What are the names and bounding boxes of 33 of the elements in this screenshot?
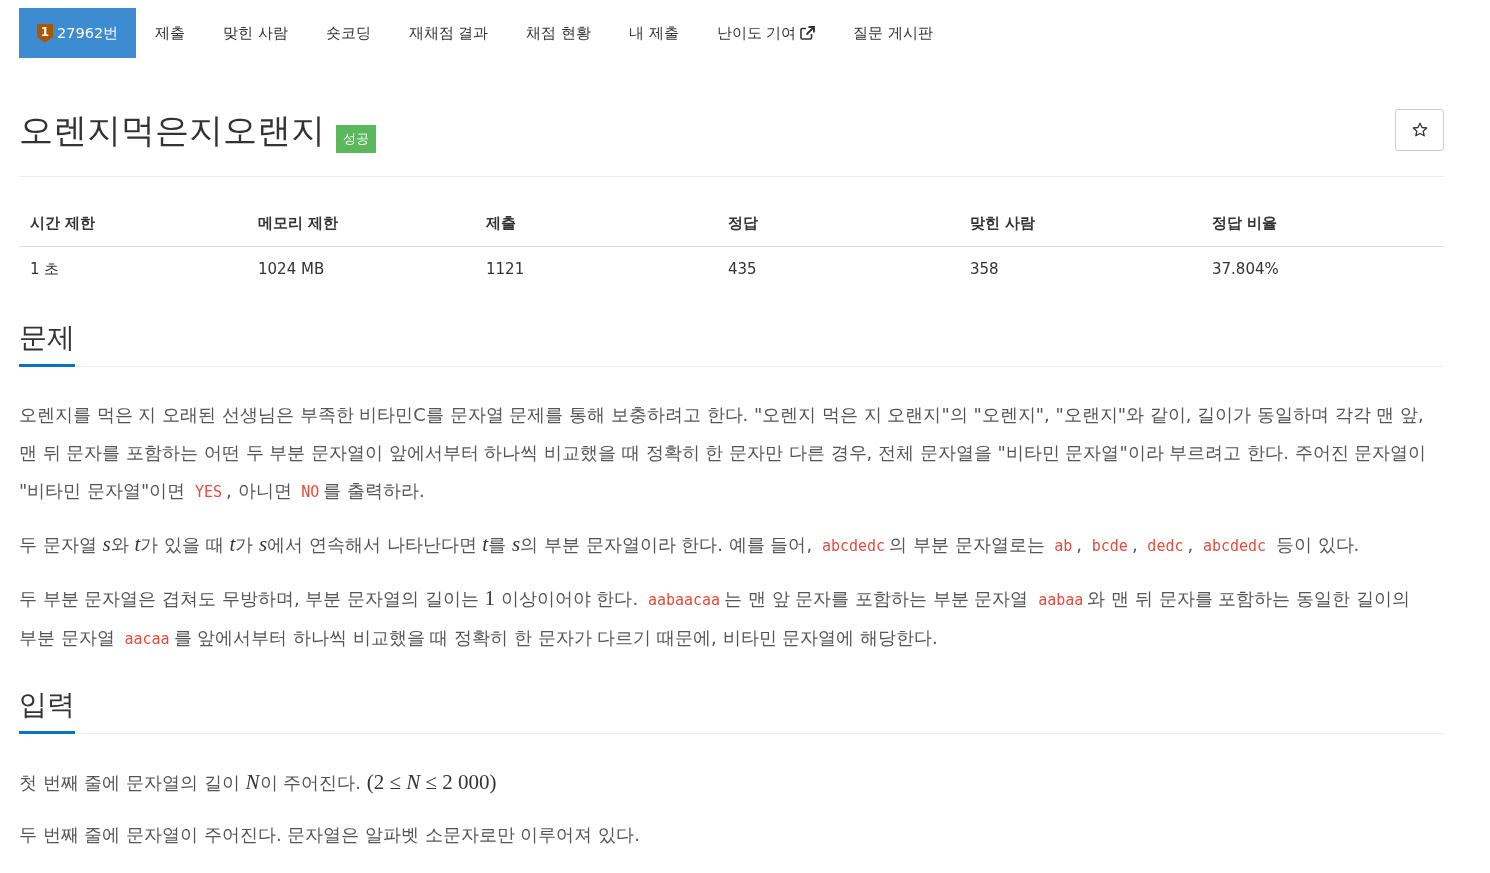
- nav-tab[interactable]: 난이도 기여: [697, 8, 835, 58]
- problem-paragraph: 두 문자열 s와 t가 있을 때 t가 s에서 연속해서 나타난다면 t를 s의 부분 문자열이라 한다. 예를 들어, abcdedc 의 부분 문자열로는 ab , bcde , dedc , abcdedc 등이 있다.: [19, 531, 1361, 558]
- nav-tab[interactable]: 제출: [136, 8, 205, 58]
- nav-tab[interactable]: 내 제출: [609, 8, 698, 58]
- nav-tab[interactable]: 재채점 결과: [389, 8, 508, 58]
- table-header: 정답: [717, 200, 959, 247]
- table-cell-text: 1024 MB: [257, 259, 326, 280]
- section-heading: 문제: [19, 320, 75, 367]
- tier-badge: 1: [37, 23, 53, 43]
- table-cell-text: 358: [969, 259, 1000, 280]
- section-heading: 입력: [19, 687, 75, 734]
- nav-tab[interactable]: 맞힌 사람: [204, 8, 307, 58]
- table-header: 시간 제한: [19, 200, 247, 247]
- table-cell-text: 1 초: [29, 259, 61, 280]
- table-cell-text: 1121: [485, 259, 526, 280]
- problem-paragraph: 첫 번째 줄에 문자열의 길이 N이 주어진다. (2 ≤ N ≤ 2 000): [19, 769, 498, 796]
- nav-tab[interactable]: 숏코딩: [306, 8, 390, 58]
- nav-tab[interactable]: 1 27962번: [19, 8, 137, 58]
- table-header: 제출: [475, 200, 717, 247]
- nav-tab[interactable]: 채점 현황: [507, 8, 610, 58]
- table-cell-text: 37.804%: [1211, 259, 1280, 280]
- table-cell-text: 435: [727, 259, 758, 280]
- problem-title: 오렌지먹은지오랜지: [19, 109, 325, 151]
- status-label: 성공: [336, 125, 376, 153]
- problem-paragraph: 두 부분 문자열은 겹쳐도 무방하며, 부분 문자열의 길이는 1 이상이어야 한다. aabaacaa 는 맨 앞 문자를 포함하는 부분 문자열 aabaa 와 맨 뒤 문자를 포함하는 동일한 길이의 부분 문자열 aacaa 를 앞에서부터 하나씩 비교했을 때 정확히 한 문자가 다르기 때문에, 비타민 문자열에 해당한다.: [19, 585, 1411, 650]
- star-icon: [1411, 122, 1428, 138]
- problem-paragraph: 오렌지를 먹은 지 오래된 선생님은 부족한 비타민C를 문자열 문제를 통해 보충하려고 한다. "오렌지 먹은 지 오랜지"의 "오렌지", "오랜지"와 같이, 길이가 동일하며 각각 맨 앞, 맨 뒤 문자를 포함하는 어떤 두 부분 문자열이 앞에서부터 하나씩 비교했을 때 정확히 한 문자만 다른 경우, 전체 문자열을 "비타민 문자열"이라 부르려고 한다. 주어진 문자열이 "비타민 문자열"이면 YES , 아니면 NO 를 출력하라.: [19, 403, 1428, 503]
- table-header: 맞힌 사람: [959, 200, 1201, 247]
- problem-paragraph: 두 번째 줄에 문자열이 주어진다. 문자열은 알파벳 소문자로만 이루어져 있다.: [19, 823, 641, 847]
- table-header: 메모리 제한: [247, 200, 475, 247]
- favorite-button[interactable]: [1395, 109, 1444, 151]
- table-header: 정답 비율: [1201, 200, 1444, 247]
- nav-tab[interactable]: 질문 게시판: [834, 8, 952, 58]
